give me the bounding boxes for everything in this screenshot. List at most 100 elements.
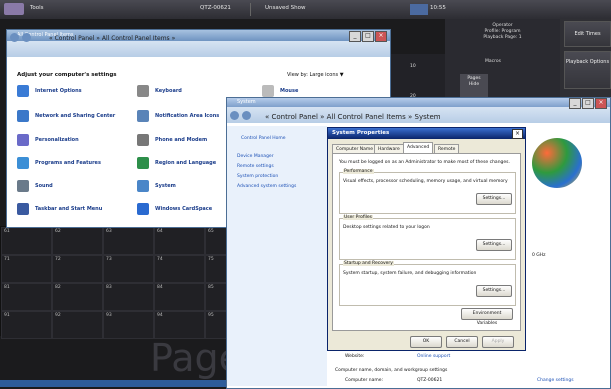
cp-item-icon <box>17 110 29 122</box>
cue-cell[interactable]: 91 <box>1 311 52 339</box>
cue-cell[interactable]: 93 <box>103 311 154 339</box>
tools-menu[interactable]: Tools <box>30 5 44 11</box>
view-by-control[interactable]: View by: Large icons ▼ <box>287 72 344 78</box>
close-button[interactable]: × <box>375 31 387 42</box>
performance-settings-button[interactable]: Settings... <box>476 193 512 205</box>
dialog-title: System Properties <box>328 128 525 139</box>
user-profiles-settings-button[interactable]: Settings... <box>476 239 512 251</box>
cue-cell[interactable]: 81 <box>1 283 52 311</box>
cue-cell[interactable]: 82 <box>52 283 103 311</box>
edit-times-button[interactable]: Edit Times <box>564 21 611 47</box>
cp-item-icon <box>137 110 149 122</box>
cue-cell[interactable]: 92 <box>52 311 103 339</box>
remote-settings-link[interactable]: Remote settings <box>237 164 274 169</box>
system-close-button[interactable]: × <box>595 98 607 109</box>
minimize-button[interactable]: _ <box>349 31 361 42</box>
control-panel-home-link[interactable]: Control Panel Home <box>241 136 286 141</box>
cue-cell[interactable]: 63 <box>103 227 154 255</box>
cp-item[interactable]: Internet Options <box>35 88 82 94</box>
cp-item[interactable]: Programs and Features <box>35 160 101 166</box>
system-minimize-button[interactable]: _ <box>569 98 581 109</box>
startup-recovery-text: System startup, system failure, and debu… <box>343 271 477 276</box>
cue-cell-label: 64 <box>157 229 163 234</box>
cue-cell-label: 94 <box>157 313 163 318</box>
cp-item[interactable]: Notification Area Icons <box>155 113 219 119</box>
advanced-system-settings-link[interactable]: Advanced system settings <box>237 184 296 189</box>
apply-button[interactable]: Apply <box>482 336 514 348</box>
cp-item[interactable]: Mouse <box>280 88 298 94</box>
maximize-button[interactable]: □ <box>362 31 374 42</box>
cue-cell[interactable]: 61 <box>1 227 52 255</box>
device-manager-link[interactable]: Device Manager <box>237 154 274 159</box>
startup-recovery-title: Startup and Recovery <box>343 261 394 266</box>
cue-cell[interactable]: 94 <box>154 311 205 339</box>
cue-cell-label: 61 <box>4 229 10 234</box>
macros-label: Macros <box>485 59 501 64</box>
user-profiles-text: Desktop settings related to your logon <box>343 225 430 230</box>
cp-item-icon <box>137 134 149 146</box>
cp-item-icon <box>137 203 149 215</box>
cp-item[interactable]: Region and Language <box>155 160 216 166</box>
cue-cell[interactable]: 62 <box>52 227 103 255</box>
cue-cell[interactable]: 73 <box>103 255 154 283</box>
cp-item-icon <box>137 157 149 169</box>
cp-item[interactable]: Taskbar and Start Menu <box>35 206 102 212</box>
cp-item[interactable]: Phone and Modem <box>155 137 207 143</box>
app-logo-icon <box>4 3 24 15</box>
cue-cell[interactable]: 72 <box>52 255 103 283</box>
cue-cell-label: 75 <box>208 257 214 262</box>
cue-cell-label: 81 <box>4 285 10 290</box>
change-settings-link[interactable]: Change settings <box>537 378 574 383</box>
system-properties-dialog: System Properties × Computer Name Hardwa… <box>327 127 526 351</box>
page-heading: Adjust your computer's settings <box>17 72 117 78</box>
profile-label: Profile: Program <box>484 29 521 34</box>
operator-label: Operator <box>492 23 513 28</box>
system-maximize-button[interactable]: □ <box>582 98 594 109</box>
performance-group: Performance Visual effects, processor sc… <box>339 169 516 214</box>
startup-settings-button[interactable]: Settings... <box>476 285 512 297</box>
cp-item-icon <box>17 180 29 192</box>
system-breadcrumb[interactable]: « Control Panel » All Control Panel Item… <box>265 113 441 121</box>
cancel-button[interactable]: Cancel <box>446 336 478 348</box>
pages-hide-button[interactable]: Pages Hide <box>460 74 488 98</box>
dialog-close-button[interactable]: × <box>512 129 523 139</box>
cue-cell-label: 74 <box>157 257 163 262</box>
cue-cell-label: 65 <box>208 229 214 234</box>
advanced-tab-panel: You must be logged on as an Administrato… <box>332 153 521 331</box>
cp-item[interactable]: Keyboard <box>155 88 182 94</box>
cp-item[interactable]: System <box>155 183 176 189</box>
system-forward-icon[interactable] <box>242 111 251 120</box>
show-name[interactable]: Unsaved Show <box>265 5 305 11</box>
cue-cell[interactable]: 64 <box>154 227 205 255</box>
playback-options-button[interactable]: Playback Options <box>564 51 611 89</box>
cue-cell-label: 72 <box>55 257 61 262</box>
system-address-bar: « Control Panel » All Control Panel Item… <box>227 107 610 123</box>
cp-item[interactable]: Sound <box>35 183 53 189</box>
system-protection-link[interactable]: System protection <box>237 174 278 179</box>
computer-name-section: Computer name, domain, and workgroup set… <box>335 368 448 373</box>
cp-item[interactable]: Network and Sharing Center <box>35 113 115 119</box>
website-label: Website: <box>345 354 365 359</box>
cp-item[interactable]: Personalization <box>35 137 79 143</box>
user-profiles-title: User Profiles <box>343 215 374 220</box>
computer-name-label: Computer name: <box>345 378 384 383</box>
keyboard-icon[interactable] <box>410 4 428 15</box>
cue-cell[interactable]: 71 <box>1 255 52 283</box>
cue-cell[interactable]: 84 <box>154 283 205 311</box>
back-icon[interactable] <box>10 33 19 42</box>
cp-item-icon <box>137 180 149 192</box>
cue-cell[interactable]: 83 <box>103 283 154 311</box>
cue-cell-label: 84 <box>157 285 163 290</box>
online-support-link[interactable]: Online support <box>417 354 450 359</box>
environment-variables-button[interactable]: Environment Variables <box>461 308 513 326</box>
breadcrumb[interactable]: « Control Panel » All Control Panel Item… <box>49 35 175 42</box>
system-back-icon[interactable] <box>230 111 239 120</box>
performance-text: Visual effects, processor scheduling, me… <box>343 179 508 184</box>
cp-item[interactable]: Windows CardSpace <box>155 206 212 212</box>
ok-button[interactable]: OK <box>410 336 442 348</box>
computer-name-value: QTZ-00621 <box>417 378 443 383</box>
qtz-label: QTZ-00621 <box>200 5 231 11</box>
cue-cell[interactable]: 74 <box>154 255 205 283</box>
view-by-value[interactable]: Large icons ▼ <box>310 72 344 78</box>
forward-icon[interactable] <box>22 33 31 42</box>
